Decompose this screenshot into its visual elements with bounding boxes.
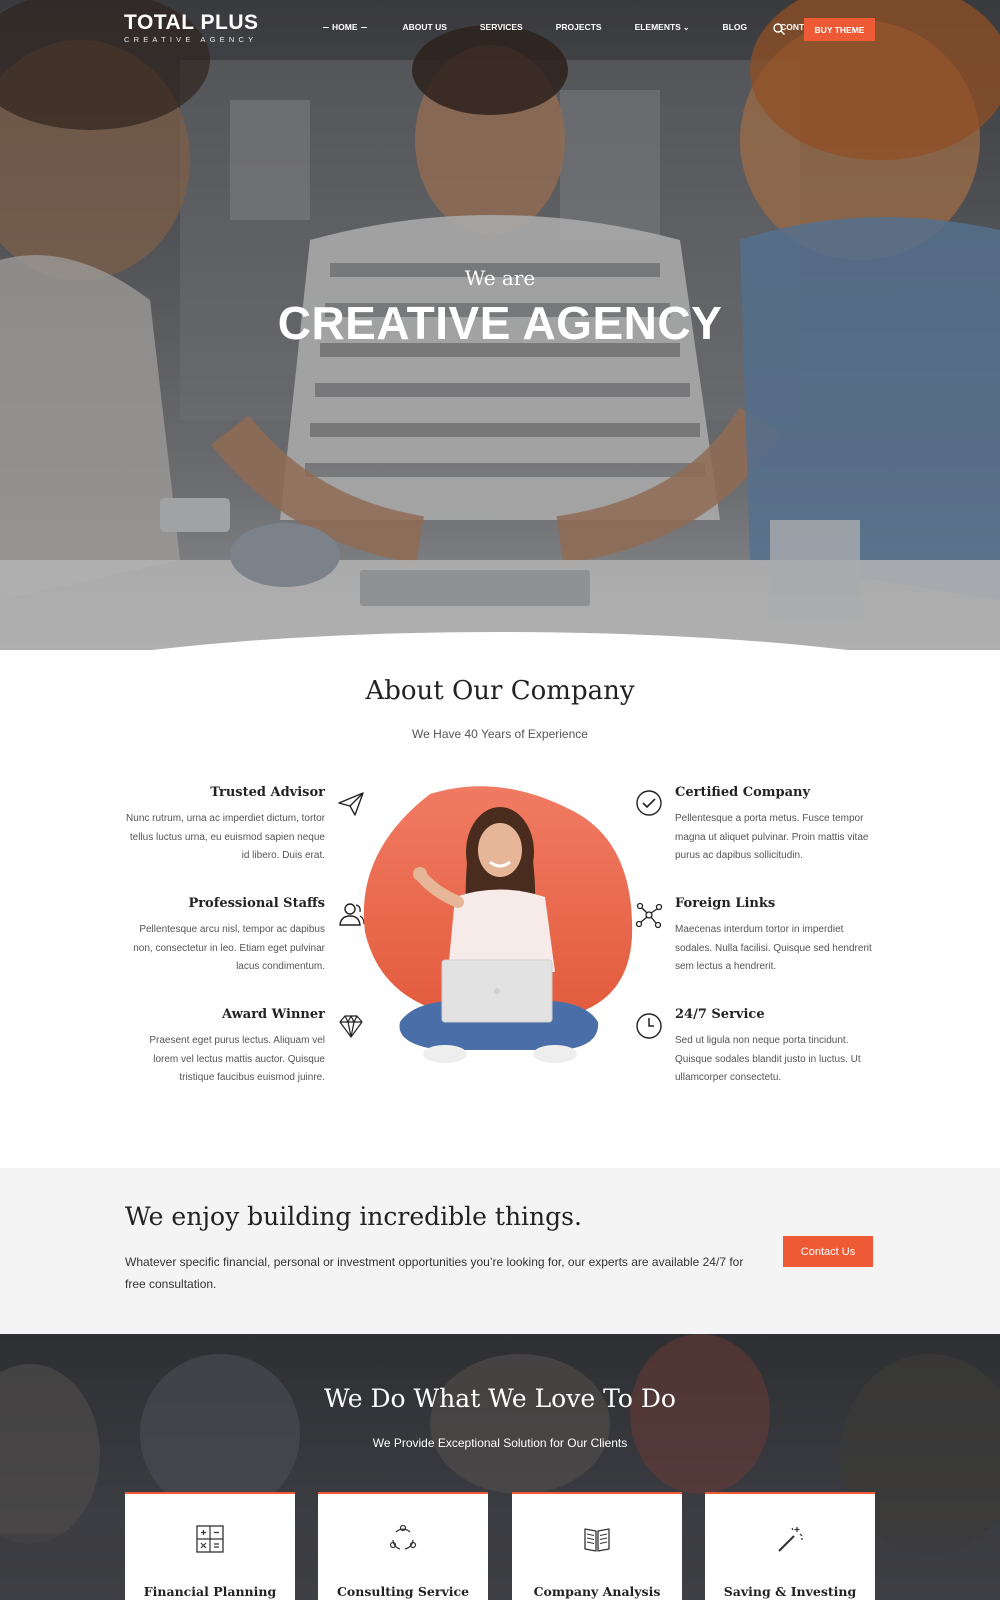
about-section-subtitle: We Have 40 Years of Experience (412, 727, 588, 741)
feature-trusted-advisor: Trusted Advisor Nunc rutrum, urna ac imp… (125, 785, 325, 866)
feature-text: Pellentesque arcu nisl, tempor ac dapibu… (133, 924, 325, 972)
top-navigation: TOTAL PLUS CREATIVE AGENCY HOME ABOUT US… (0, 0, 1000, 58)
buy-theme-button[interactable]: BUY THEME (804, 18, 875, 41)
feature-title: Foreign Links (675, 896, 776, 911)
service-card-label: Consulting Service (336, 1584, 470, 1599)
nav-item-projects[interactable]: PROJECTS (556, 22, 602, 32)
feature-professional-staffs: Professional Staffs Pellentesque arcu ni… (125, 896, 325, 977)
active-dash-left (323, 26, 329, 28)
clock-icon (636, 1013, 662, 1039)
calculator-icon (196, 1525, 224, 1553)
nav-item-about-us[interactable]: ABOUT US (403, 22, 447, 32)
about-illustration (360, 782, 640, 1092)
magic-wand-icon (778, 1527, 803, 1552)
feature-title: 24/7 Service (675, 1007, 765, 1022)
check-circle-icon (636, 790, 662, 816)
brand-logo[interactable]: TOTAL PLUS CREATIVE AGENCY (124, 11, 259, 45)
feature-title: Trusted Advisor (210, 785, 325, 800)
feature-text: Pellentesque a porta metus. Fusce tempor… (675, 813, 869, 861)
woman-with-laptop-image (363, 786, 633, 1063)
nav-services-label: SERVICES (479, 22, 523, 32)
feature-title: Certified Company (675, 785, 811, 800)
nav-projects-label: PROJECTS (555, 22, 602, 32)
feature-text: Nunc rutrum, urna ac imperdiet dictum, t… (126, 813, 325, 861)
service-card-label: Financial Planning (143, 1584, 277, 1599)
feature-title: Professional Staffs (188, 896, 325, 911)
about-section-title: About Our Company (365, 676, 635, 706)
book-icon (584, 1528, 610, 1552)
cycle-icon (389, 1524, 417, 1550)
active-dash-right (360, 26, 367, 28)
service-card-label: Company Analysis (533, 1584, 661, 1599)
feature-certified-company: Certified Company Pellentesque a porta m… (675, 785, 875, 866)
service-card-label: Saving & Investing (723, 1584, 857, 1599)
nav-home-label: HOME (332, 22, 358, 32)
brand-name: TOTAL PLUS (124, 11, 259, 34)
nav-about-label: ABOUT US (402, 22, 447, 32)
hero-pre-title: We are (464, 266, 536, 290)
nav-item-services[interactable]: SERVICES (480, 22, 523, 32)
service-card-consulting-service[interactable]: Consulting Service (318, 1492, 488, 1600)
cta-text: Whatever specific financial, personal or… (125, 1255, 744, 1291)
chevron-down-icon: ⌄ (682, 22, 690, 32)
brand-tagline: CREATIVE AGENCY (124, 35, 258, 44)
feature-award-winner: Award Winner Praesent eget purus lectus.… (125, 1007, 325, 1088)
nav-item-blog[interactable]: BLOG (723, 22, 748, 32)
service-card-company-analysis[interactable]: Company Analysis (512, 1492, 682, 1600)
nav-item-home[interactable]: HOME (320, 22, 370, 32)
cta-title: We enjoy building incredible things. (125, 1202, 582, 1231)
feature-text: Sed ut ligula non neque porta tincidunt.… (675, 1035, 861, 1083)
hero-title: CREATIVE AGENCY (277, 297, 723, 349)
service-card-saving-investing[interactable]: Saving & Investing (705, 1492, 875, 1600)
services-title: We Do What We Love To Do (324, 1384, 676, 1413)
feature-title: Award Winner (222, 1007, 325, 1022)
contact-us-button[interactable]: Contact Us (783, 1236, 873, 1267)
search-icon[interactable] (772, 22, 786, 36)
feature-24-7-service: 24/7 Service Sed ut ligula non neque por… (675, 1007, 875, 1088)
feature-foreign-links: Foreign Links Maecenas interdum tortor i… (675, 896, 875, 977)
nav-item-elements[interactable]: ELEMENTS ⌄ (635, 22, 690, 32)
network-icon (635, 902, 663, 929)
feature-text: Maecenas interdum tortor in imperdiet so… (675, 924, 872, 972)
nav-blog-label: BLOG (722, 22, 748, 32)
services-subtitle: We Provide Exceptional Solution for Our … (372, 1436, 628, 1450)
service-card-financial-planning[interactable]: Financial Planning (125, 1492, 295, 1600)
nav-elements-label: ELEMENTS (634, 22, 681, 32)
feature-text: Praesent eget purus lectus. Aliquam vel … (149, 1035, 325, 1083)
